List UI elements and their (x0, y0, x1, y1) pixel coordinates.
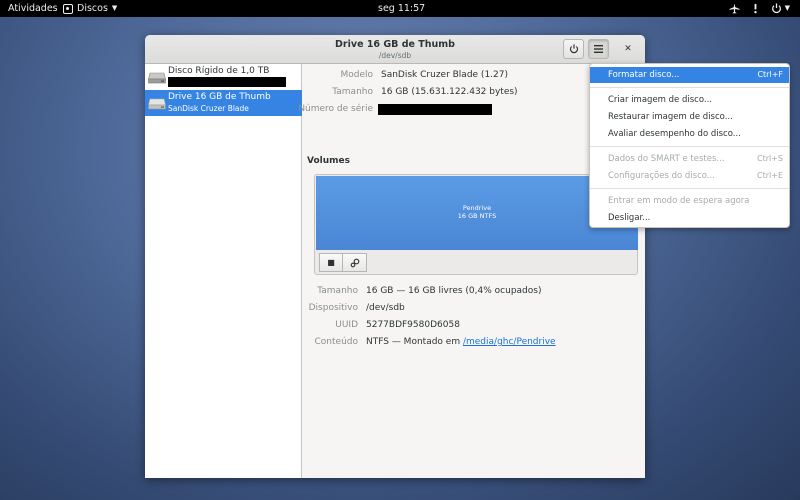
drives-sidebar: Disco Rígido de 1,0 TB Drive 16 GB de Th… (145, 64, 302, 478)
activities-button[interactable]: Atividades (8, 0, 58, 17)
serial-label: Número de série (298, 104, 373, 114)
audio-volume-icon (753, 3, 757, 14)
size-label: Tamanho (332, 87, 373, 97)
app-menu-label: Discos (77, 3, 108, 14)
disk-name: Disco Rígido de 1,0 TB (168, 66, 270, 76)
menu-item-label: Criar imagem de disco... (608, 95, 712, 105)
menu-item-standby[interactable]: Entrar em modo de espera agora (590, 193, 789, 209)
volume-size-label: Tamanho (317, 286, 358, 296)
close-window-button[interactable]: ✕ (621, 42, 635, 56)
stop-icon: ■ (327, 258, 335, 267)
unmount-button[interactable]: ■ (319, 253, 343, 272)
hard-disk-icon (148, 72, 166, 84)
redacted-disk-detail (168, 77, 286, 87)
uuid-label: UUID (335, 320, 358, 330)
menu-separator (590, 188, 789, 189)
volume-toolbar: ■ (319, 253, 367, 272)
disk-detail: SanDisk Cruzer Blade (168, 104, 249, 113)
redacted-serial-value (378, 104, 492, 115)
size-value: 16 GB (15.631.122.432 bytes) (381, 87, 518, 97)
system-tray[interactable]: ▼ (729, 0, 790, 17)
power-off-button[interactable] (563, 39, 584, 59)
menu-separator (590, 146, 789, 147)
contents-label: Conteúdo (314, 337, 358, 347)
mount-point-link[interactable]: /media/ghc/Pendrive (463, 337, 556, 347)
menu-item-label: Avaliar desempenho do disco... (608, 129, 741, 139)
menu-item-drive-settings[interactable]: Configurações do disco... Ctrl+E (590, 168, 789, 184)
power-icon (569, 44, 578, 54)
device-value: /dev/sdb (366, 303, 405, 313)
volume-size-value: 16 GB — 16 GB livres (0,4% ocupados) (366, 286, 542, 296)
disks-window: Drive 16 GB de Thumb /dev/sdb ✕ Disco Rí… (145, 35, 645, 478)
close-icon: ✕ (624, 44, 632, 54)
menu-item-create-image[interactable]: Criar imagem de disco... (590, 92, 789, 108)
menu-item-label: Formatar disco... (608, 70, 680, 80)
menu-item-label: Restaurar imagem de disco... (608, 112, 733, 122)
drive-menu-button[interactable] (588, 39, 609, 59)
chevron-down-icon: ▼ (111, 4, 118, 12)
menu-item-benchmark[interactable]: Avaliar desempenho do disco... (590, 126, 789, 142)
sidebar-item-hard-disk[interactable]: Disco Rígido de 1,0 TB (145, 64, 302, 90)
menu-item-smart-data[interactable]: Dados do SMART e testes... Ctrl+S (590, 151, 789, 167)
additional-options-button[interactable] (343, 253, 367, 272)
uuid-value: 5277BDF9580D6058 (366, 320, 460, 330)
drive-options-menu: Formatar disco... Ctrl+F Criar imagem de… (589, 63, 790, 228)
volumes-heading: Volumes (307, 156, 350, 166)
menu-item-label: Entrar em modo de espera agora (608, 196, 750, 206)
disk-name: Drive 16 GB de Thumb (168, 92, 271, 102)
model-label: Modelo (340, 70, 373, 80)
airplane-icon (729, 3, 740, 14)
menu-item-restore-image[interactable]: Restaurar imagem de disco... (590, 109, 789, 125)
clock[interactable]: seg 11:57 (378, 0, 425, 17)
menu-item-shortcut: Ctrl+S (756, 154, 783, 163)
gears-icon (350, 258, 359, 267)
menu-separator (590, 87, 789, 88)
menu-item-shortcut: Ctrl+E (757, 171, 783, 180)
menu-item-power-off[interactable]: Desligar... (590, 210, 789, 226)
device-label: Dispositivo (308, 303, 358, 313)
usb-drive-icon (148, 98, 166, 110)
contents-value: NTFS — Montado em /media/ghc/Pendrive (366, 337, 556, 347)
sidebar-item-thumb-drive[interactable]: Drive 16 GB de Thumb SanDisk Cruzer Blad… (145, 90, 302, 116)
app-menu-button[interactable]: Discos ▼ (63, 0, 117, 17)
menu-item-label: Configurações do disco... (608, 171, 715, 181)
menu-item-label: Dados do SMART e testes... (608, 154, 725, 164)
top-bar: Atividades Discos ▼ seg 11:57 ▼ (0, 0, 800, 17)
chevron-down-icon: ▼ (784, 4, 790, 12)
menu-item-label: Desligar... (608, 213, 651, 223)
model-value: SanDisk Cruzer Blade (1.27) (381, 70, 508, 80)
contents-text: NTFS — Montado em (366, 337, 461, 347)
menu-item-format-disk[interactable]: Formatar disco... Ctrl+F (590, 67, 789, 83)
hamburger-menu-icon (594, 45, 603, 53)
menu-item-shortcut: Ctrl+F (757, 70, 783, 79)
header-bar: Drive 16 GB de Thumb /dev/sdb ✕ (145, 35, 645, 64)
disks-app-icon (63, 3, 73, 14)
power-icon (771, 3, 781, 14)
